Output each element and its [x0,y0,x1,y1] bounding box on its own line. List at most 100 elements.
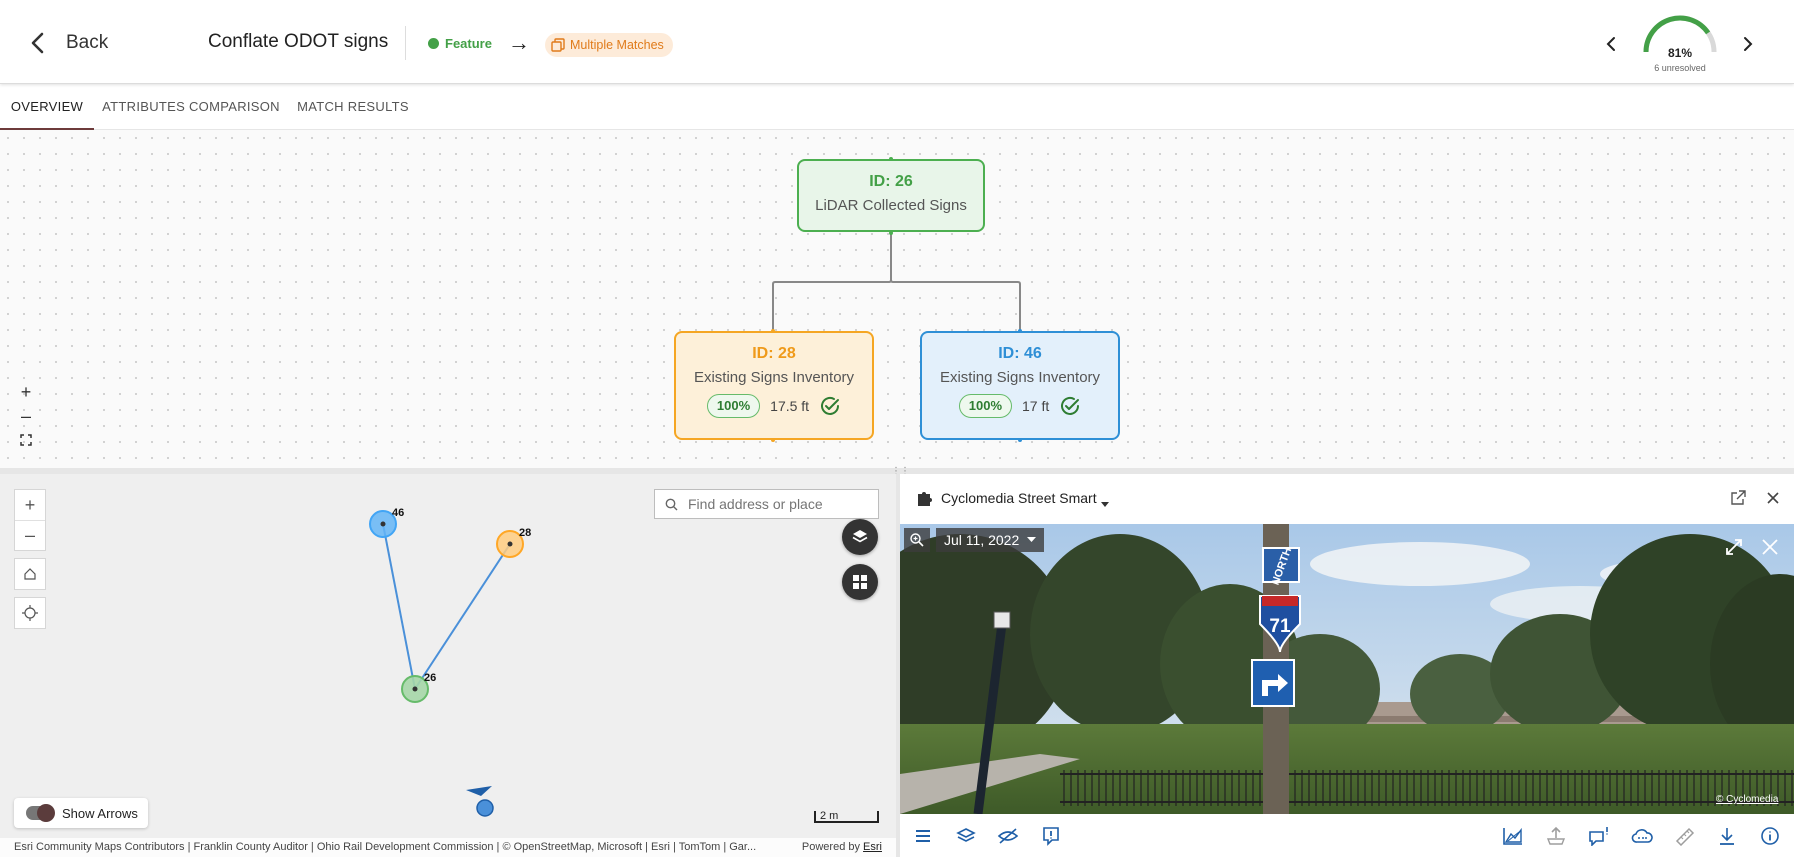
esri-link[interactable]: Esri [863,841,882,853]
previous-feature-button[interactable] [1599,32,1623,56]
home-button[interactable] [15,559,45,589]
tab-overview[interactable]: OVERVIEW [0,85,94,130]
match-node[interactable]: ID: 46 Existing Signs Inventory 100% 17 … [920,331,1120,440]
map-zoom-out-button[interactable]: – [15,520,45,550]
hide-overlays-button[interactable] [995,824,1021,848]
map-home-control [14,558,46,590]
match-score-badge: 100% [706,394,761,418]
street-view-toolbar [900,814,1794,857]
info-button[interactable] [1757,824,1783,848]
feature-tag: Feature [428,36,492,51]
basemap-gallery-button[interactable] [842,564,878,600]
show-arrows-label: Show Arrows [62,805,138,821]
elevation-button[interactable] [1500,824,1526,848]
close-icon [1767,492,1779,504]
home-icon [24,568,36,580]
node-id: ID: 26 [869,173,913,190]
progress-gauge: 81% 6 unresolved [1640,12,1720,76]
caret-down-icon [1101,502,1109,507]
close-icon [1762,539,1778,555]
map-zoom-in-button[interactable]: + [15,490,45,520]
match-node[interactable]: ID: 28 Existing Signs Inventory 100% 17.… [674,331,874,440]
overlay-layers-button[interactable] [953,824,979,848]
eye-off-icon [997,828,1019,844]
map-search-input[interactable] [688,496,868,512]
root-feature-node[interactable]: ID: 26 LiDAR Collected Signs [797,159,985,232]
locate-button[interactable] [15,598,45,628]
fit-view-button[interactable] [14,428,38,452]
fullscreen-icon [20,434,32,446]
measure-button[interactable] [1672,824,1698,848]
toggle-switch[interactable] [26,804,55,822]
download-button[interactable] [1714,824,1740,848]
next-feature-button[interactable] [1736,32,1760,56]
menu-icon [916,830,930,842]
street-scene: NORTH 71 [900,524,1794,814]
map-point[interactable]: 26 [401,672,436,703]
show-arrows-toggle[interactable]: Show Arrows [14,798,148,828]
feature-label: Feature [445,36,492,51]
close-viewer-button[interactable] [1760,537,1780,557]
close-panel-button[interactable] [1764,489,1782,512]
capture-date: Jul 11, 2022 [944,532,1020,548]
map-locate-control [14,597,46,629]
map-attribution: Esri Community Maps Contributors | Frank… [0,838,896,857]
open-external-button[interactable] [1729,489,1747,512]
map-view[interactable]: 46 28 26 + – Find address or place Show … [0,474,896,857]
map-point-label: 28 [519,527,531,539]
map-zoom-controls: + – [14,489,46,551]
chevron-left-icon [31,32,44,54]
map-search-box[interactable] [654,489,879,519]
upload-icon [1546,826,1566,845]
camera-location-icon [466,786,494,817]
map-point-label: 46 [392,507,404,519]
layers-icon [852,530,868,543]
unresolved-count: 6 unresolved [1654,63,1706,73]
zoom-in-button[interactable]: + [14,380,38,404]
menu-button[interactable] [910,824,936,848]
crosshair-icon [22,605,38,621]
node-id: ID: 46 [998,345,1042,362]
chevron-left-icon [1606,37,1615,51]
feedback-icon [1043,827,1059,846]
annotation-button[interactable] [1586,824,1612,848]
download-icon [1720,828,1734,845]
attribution-text: Esri Community Maps Contributors | Frank… [14,841,757,853]
street-view-image[interactable]: NORTH 71 Jul 11, 2022 © Cyclomedia [900,524,1794,814]
powered-by: Powered by Esri [802,838,882,857]
tab-attributes-comparison[interactable]: ATTRIBUTES COMPARISON [98,85,284,130]
check-circle-icon [1061,396,1080,415]
report-issue-button[interactable] [1038,824,1064,848]
chevron-right-icon [1744,37,1753,51]
zoom-lens-button[interactable] [904,528,930,552]
expand-viewer-button[interactable] [1724,537,1744,557]
tab-bar: OVERVIEW ATTRIBUTES COMPARISON MATCH RES… [0,85,1794,130]
puzzle-icon [916,489,934,512]
map-point[interactable]: 28 [496,527,531,558]
widget-dropdown-button[interactable] [1099,496,1111,514]
match-diagram: ID: 26 LiDAR Collected Signs ID: 28 Exis… [0,130,1794,468]
node-source: Existing Signs Inventory [693,369,855,386]
page-title: Conflate ODOT signs [208,31,389,52]
caret-down-icon [1027,537,1037,542]
info-icon [1761,827,1779,845]
street-view-title: Cyclomedia Street Smart [941,490,1097,506]
app-header: Back Conflate ODOT signs Feature → Multi… [0,0,1794,84]
multiple-matches-label: Multiple Matches [570,38,664,52]
upload-button[interactable] [1543,824,1569,848]
point-cloud-button[interactable] [1629,824,1655,848]
feature-dot-icon [428,38,439,49]
map-point[interactable]: 46 [369,507,404,538]
map-scale-bar: 2 m [814,811,879,823]
zoom-out-button[interactable]: – [14,404,38,428]
layers-button[interactable] [842,519,878,555]
back-label: Back [66,32,109,53]
comment-alert-icon [1589,827,1608,846]
cyclomedia-credit[interactable]: © Cyclomedia [1716,794,1778,805]
check-circle-icon [821,396,840,415]
capture-date-selector[interactable]: Jul 11, 2022 [936,528,1045,552]
svg-text:71: 71 [1269,616,1291,637]
tab-match-results[interactable]: MATCH RESULTS [292,85,414,130]
copy-icon [551,38,565,52]
back-button[interactable]: Back [30,26,108,60]
